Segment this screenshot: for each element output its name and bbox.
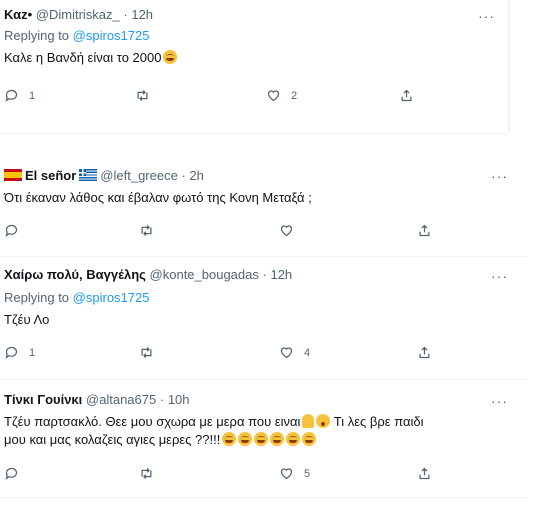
more-icon[interactable]: ··· — [478, 8, 495, 24]
divider — [0, 133, 508, 134]
tweet-text: Τζέυ παρτσακλό. Θεε μου σχωρα με μερα πο… — [4, 413, 424, 431]
retweet-icon — [141, 347, 152, 358]
retweet-icon — [141, 468, 152, 479]
divider — [0, 379, 528, 380]
separator-dot: · — [262, 267, 267, 282]
like-button[interactable] — [279, 223, 294, 238]
tweet-header: Χαίρω πολύ, Βαγγέλης @konte_bougadas · 1… — [4, 267, 292, 282]
retweet-button[interactable] — [139, 345, 154, 360]
folded-hands-emoji-icon — [302, 414, 315, 428]
retweet-button[interactable] — [139, 223, 154, 238]
replying-label: Replying to — [4, 28, 70, 43]
more-icon[interactable]: ··· — [491, 393, 508, 409]
author-handle[interactable]: @konte_bougadas — [150, 267, 259, 282]
tweet-header: Τίνκι Γουίνκι @altana675 · 10h — [4, 392, 190, 407]
tweet-actions — [4, 223, 430, 243]
reply-icon — [5, 89, 18, 102]
share-button[interactable] — [417, 223, 432, 238]
tweet-actions: 5 — [4, 466, 430, 486]
replying-to: Replying to @spiros1725 — [4, 290, 149, 305]
more-icon[interactable]: ··· — [491, 268, 508, 284]
flushed-face-emoji-icon — [316, 414, 331, 428]
share-icon — [419, 346, 430, 359]
reply-icon — [5, 467, 18, 480]
divider — [0, 256, 528, 257]
tweet-text: Ότι έκαναν λάθος και έβαλαν φωτό της Κον… — [4, 190, 312, 205]
reply-button[interactable] — [4, 466, 19, 481]
tweet-actions: 1 2 — [4, 88, 424, 108]
tweet-header: Καz• @Dimitriskaz_ · 12h — [4, 7, 153, 22]
tweet-text: Τζέυ Λο — [4, 312, 50, 327]
laughing-emoji-icon — [163, 50, 178, 64]
tweet-time[interactable]: 12h — [270, 267, 292, 282]
retweet-icon — [137, 90, 148, 101]
laughing-emoji-icon — [270, 432, 285, 446]
author-name[interactable]: Χαίρω πολύ, Βαγγέλης — [4, 267, 146, 282]
retweet-button[interactable] — [135, 88, 150, 103]
retweet-icon — [141, 225, 152, 236]
more-icon[interactable]: ··· — [491, 168, 508, 184]
tweet-actions: 1 4 — [4, 345, 430, 365]
reply-button[interactable]: 1 — [4, 88, 35, 103]
tweet-time[interactable]: 12h — [131, 7, 153, 22]
tweet-text-line1: Τζέυ παρτσακλό. Θεε μου σχωρα με μερα πο… — [4, 414, 301, 429]
divider — [0, 497, 528, 498]
tweet-header: El señor @left_greece · 2h — [4, 168, 204, 183]
author-handle[interactable]: @Dimitriskaz_ — [36, 7, 120, 22]
heart-icon — [267, 90, 280, 102]
retweet-button[interactable] — [139, 466, 154, 481]
share-button[interactable] — [417, 466, 432, 481]
reply-button[interactable]: 1 — [4, 345, 35, 360]
mention-link[interactable]: @spiros1725 — [73, 28, 150, 43]
reply-button[interactable] — [4, 223, 19, 238]
like-button[interactable]: 4 — [279, 345, 310, 360]
greece-flag-icon — [79, 169, 98, 181]
tweet-text: μου και μας κολαζεις αγιες μερες ??!!! — [4, 431, 317, 449]
like-count: 2 — [291, 89, 298, 102]
heart-icon — [280, 468, 293, 480]
like-count: 4 — [304, 346, 311, 359]
reply-count: 1 — [29, 346, 36, 359]
spain-flag-icon — [4, 169, 22, 181]
tweet-time[interactable]: 10h — [168, 392, 190, 407]
replying-to: Replying to @spiros1725 — [4, 28, 149, 43]
like-button[interactable]: 5 — [279, 466, 310, 481]
laughing-emoji-icon — [222, 432, 237, 446]
reply-count: 1 — [29, 89, 36, 102]
author-name[interactable]: Τίνκι Γουίνκι — [4, 392, 82, 407]
heart-icon — [280, 347, 293, 359]
share-button[interactable] — [417, 345, 432, 360]
reply-icon — [5, 224, 18, 237]
author-name[interactable]: Καz• — [4, 7, 32, 22]
tweet-text-line2: μου και μας κολαζεις αγιες μερες ??!!! — [4, 432, 221, 447]
laughing-emoji-icon — [286, 432, 301, 446]
share-icon — [419, 467, 430, 480]
tweet-text-content: Καλε η Βανδή είναι το 2000 — [4, 50, 162, 65]
tweet-text-line1-tail: Τι λες βρε παιδι — [330, 414, 424, 429]
laughing-emoji-icon — [238, 432, 253, 446]
separator-dot: · — [123, 7, 128, 22]
author-name[interactable]: El señor — [25, 168, 76, 183]
replying-label: Replying to — [4, 290, 70, 305]
separator-dot: · — [159, 392, 165, 407]
share-icon — [419, 224, 430, 237]
reply-icon — [5, 346, 18, 359]
like-count: 5 — [304, 467, 311, 480]
tweet-text: Καλε η Βανδή είναι το 2000 — [4, 49, 178, 67]
share-icon — [401, 89, 412, 102]
mention-link[interactable]: @spiros1725 — [73, 290, 150, 305]
heart-icon — [280, 225, 293, 237]
author-handle[interactable]: @altana675 — [86, 392, 156, 407]
laughing-emoji-icon — [254, 432, 269, 446]
laughing-emoji-icon — [302, 432, 317, 446]
like-button[interactable]: 2 — [266, 88, 297, 103]
separator-dot: · — [181, 168, 186, 183]
author-handle[interactable]: @left_greece — [100, 168, 178, 183]
timeline-column-border — [508, 0, 510, 133]
tweet-time[interactable]: 2h — [189, 168, 203, 183]
share-button[interactable] — [399, 88, 414, 103]
